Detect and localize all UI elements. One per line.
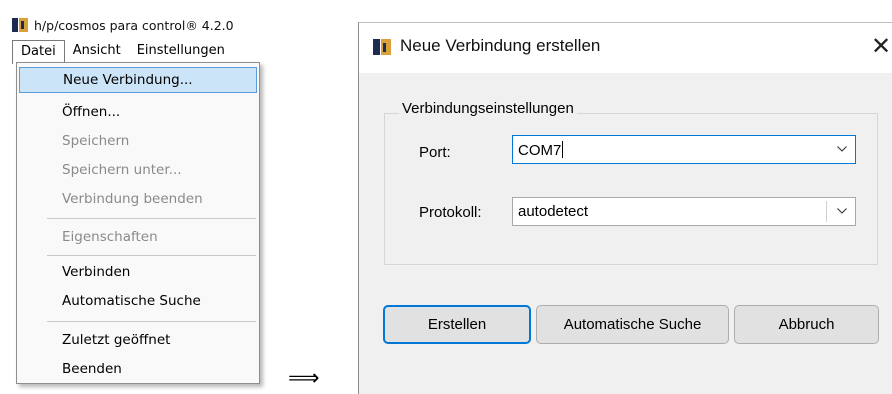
menubar: Datei Ansicht Einstellungen [12,40,262,64]
menu-separator [47,321,256,322]
menu-item-zuletzt-geoeffnet[interactable]: Zuletzt geöffnet [19,327,257,353]
protocol-value: autodetect [518,203,589,220]
protocol-combobox[interactable]: autodetect [512,197,856,226]
app-titlebar: h/p/cosmos para control® 4.2.0 [12,15,234,35]
port-value: COM7 [518,142,562,159]
menu-item-neue-verbindung[interactable]: Neue Verbindung... [19,67,257,93]
new-connection-dialog: Neue Verbindung erstellen ✕ Verbindungse… [358,22,892,394]
menu-separator [47,218,256,219]
port-label: Port: [419,144,451,161]
file-menu-dropdown: Neue Verbindung... Öffnen... Speichern S… [16,62,260,384]
app-title: h/p/cosmos para control® 4.2.0 [34,17,234,33]
menu-item-beenden[interactable]: Beenden [19,356,257,382]
menu-datei[interactable]: Datei [12,40,65,64]
protocol-label: Protokoll: [419,204,482,221]
menu-item-speichern-unter[interactable]: Speichern unter... [19,157,257,183]
text-cursor [562,141,564,158]
dialog-titlebar: Neue Verbindung erstellen ✕ [359,23,892,73]
app-logo-icon [12,17,28,33]
close-icon[interactable]: ✕ [867,32,892,60]
menu-item-verbindung-beenden[interactable]: Verbindung beenden [19,186,257,212]
menu-item-eigenschaften[interactable]: Eigenschaften [19,224,257,250]
chevron-down-icon[interactable] [837,146,847,155]
port-combobox[interactable]: COM7 [512,135,856,164]
chevron-down-icon[interactable] [837,208,847,217]
menu-item-speichern[interactable]: Speichern [19,128,257,154]
menu-einstellungen[interactable]: Einstellungen [129,40,233,62]
transition-arrow: ⟹ [288,366,320,391]
menu-item-oeffnen[interactable]: Öffnen... [19,99,257,125]
menu-item-automatische-suche[interactable]: Automatische Suche [19,288,257,314]
cancel-button[interactable]: Abbruch [734,305,879,344]
create-button[interactable]: Erstellen [383,305,531,344]
dialog-title: Neue Verbindung erstellen [400,36,601,55]
menu-separator [47,255,256,256]
auto-search-button[interactable]: Automatische Suche [536,305,729,344]
menu-ansicht[interactable]: Ansicht [65,40,129,62]
group-title: Verbindungseinstellungen [399,100,577,117]
app-logo-icon [373,38,391,56]
combo-divider [826,201,827,222]
menu-item-verbinden[interactable]: Verbinden [19,259,257,285]
